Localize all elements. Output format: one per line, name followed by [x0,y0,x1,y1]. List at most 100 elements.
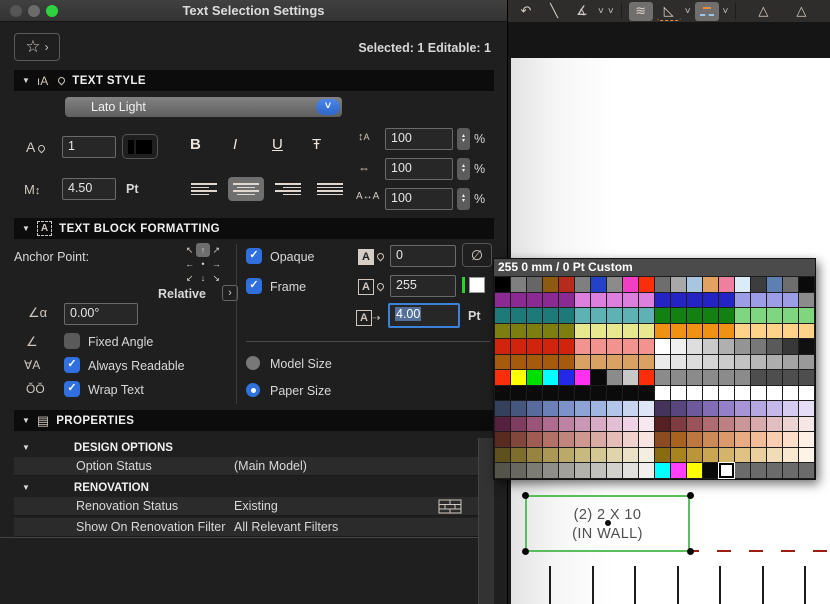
palette-swatch[interactable] [559,401,574,416]
palette-swatch[interactable] [719,370,734,385]
palette-swatch[interactable] [783,308,798,323]
palette-swatch[interactable] [767,432,782,447]
palette-swatch[interactable] [783,339,798,354]
chevron-down-icon[interactable]: ˅ [723,6,729,17]
level-marker-icon[interactable]: △ [751,2,775,21]
palette-swatch[interactable] [639,292,654,308]
palette-swatch[interactable] [623,308,638,323]
palette-swatch[interactable] [735,323,750,339]
palette-swatch[interactable] [783,277,798,292]
palette-swatch[interactable] [687,385,702,401]
palette-swatch[interactable] [655,339,670,354]
palette-swatch[interactable] [575,292,590,308]
palette-swatch[interactable] [735,308,750,323]
char-width-input[interactable]: 100 [385,158,453,180]
palette-swatch[interactable] [687,432,702,447]
palette-swatch[interactable] [607,323,622,339]
palette-swatch[interactable] [751,323,766,339]
palette-swatch[interactable] [799,292,814,308]
palette-swatch[interactable] [559,463,574,478]
palette-swatch[interactable] [735,385,750,401]
palette-swatch[interactable] [783,354,798,370]
palette-swatch[interactable] [735,463,750,478]
no-fill-button[interactable]: ∅ [462,243,492,267]
palette-swatch[interactable] [511,401,526,416]
selection-handle[interactable] [522,548,529,555]
palette-swatch[interactable] [655,447,670,463]
palette-swatch[interactable] [591,416,606,432]
palette-swatch[interactable] [767,354,782,370]
palette-swatch[interactable] [671,447,686,463]
palette-swatch[interactable] [751,370,766,385]
palette-swatch[interactable] [591,447,606,463]
palette-swatch[interactable] [783,385,798,401]
palette-swatch[interactable] [687,416,702,432]
palette-swatch[interactable] [591,432,606,447]
palette-swatch[interactable] [639,416,654,432]
palette-swatch[interactable] [543,463,558,478]
palette-swatch[interactable] [767,323,782,339]
anchor-cell[interactable]: ↙ [183,271,196,285]
palette-swatch[interactable] [559,292,574,308]
palette-swatch[interactable] [687,308,702,323]
palette-swatch[interactable] [671,354,686,370]
palette-swatch[interactable] [671,463,686,478]
opaque-pen-input[interactable]: 0 [390,245,456,267]
palette-swatch[interactable] [799,323,814,339]
title-bar[interactable]: Text Selection Settings [0,0,507,22]
palette-swatch[interactable] [559,432,574,447]
palette-swatch[interactable] [575,416,590,432]
properties-scrollbar[interactable] [478,438,494,604]
palette-swatch[interactable] [527,463,542,478]
palette-swatch[interactable] [607,401,622,416]
palette-swatch[interactable] [543,447,558,463]
palette-swatch[interactable] [623,370,638,385]
palette-swatch[interactable] [559,370,574,385]
palette-swatch[interactable] [543,385,558,401]
palette-swatch[interactable] [783,292,798,308]
anchor-cell[interactable]: → [210,257,223,271]
palette-swatch[interactable] [495,432,510,447]
palette-swatch[interactable] [751,432,766,447]
palette-swatch[interactable] [671,292,686,308]
palette-swatch[interactable] [799,370,814,385]
palette-swatch[interactable] [607,339,622,354]
text-height-input[interactable]: 4.50 [62,178,116,200]
palette-swatch[interactable] [687,354,702,370]
favorites-button[interactable]: ☆ › [14,33,60,61]
palette-swatch[interactable] [591,339,606,354]
palette-swatch[interactable] [767,370,782,385]
char-spacing-input[interactable]: 100 [385,188,453,210]
palette-swatch[interactable] [703,370,718,385]
palette-swatch[interactable] [799,277,814,292]
palette-swatch[interactable] [575,323,590,339]
palette-swatch[interactable] [671,308,686,323]
palette-swatch[interactable] [655,432,670,447]
palette-swatch[interactable] [767,292,782,308]
palette-swatch[interactable] [495,354,510,370]
palette-swatch[interactable] [687,463,702,478]
palette-swatch[interactable] [735,277,750,292]
frame-checkbox[interactable]: ✓ [246,278,262,294]
palette-swatch[interactable] [607,277,622,292]
palette-swatch[interactable] [527,385,542,401]
palette-swatch[interactable] [527,432,542,447]
palette-swatch[interactable] [703,323,718,339]
palette-swatch[interactable] [623,432,638,447]
palette-swatch[interactable] [639,277,654,292]
palette-swatch[interactable] [575,432,590,447]
palette-swatch[interactable] [671,277,686,292]
line-tool-icon[interactable]: ╲ [542,2,566,21]
selection-center-handle[interactable] [605,520,611,526]
palette-swatch[interactable] [751,401,766,416]
palette-swatch[interactable] [543,308,558,323]
palette-swatch[interactable] [735,339,750,354]
hatch-toggle-button[interactable]: ≋ [628,1,653,21]
palette-swatch[interactable] [719,308,734,323]
palette-swatch[interactable] [607,385,622,401]
palette-swatch[interactable] [511,416,526,432]
palette-swatch[interactable] [783,323,798,339]
palette-swatch[interactable] [767,308,782,323]
anchor-cell[interactable]: ↘ [210,271,223,285]
strikethrough-button[interactable]: Ŧ [312,136,321,153]
